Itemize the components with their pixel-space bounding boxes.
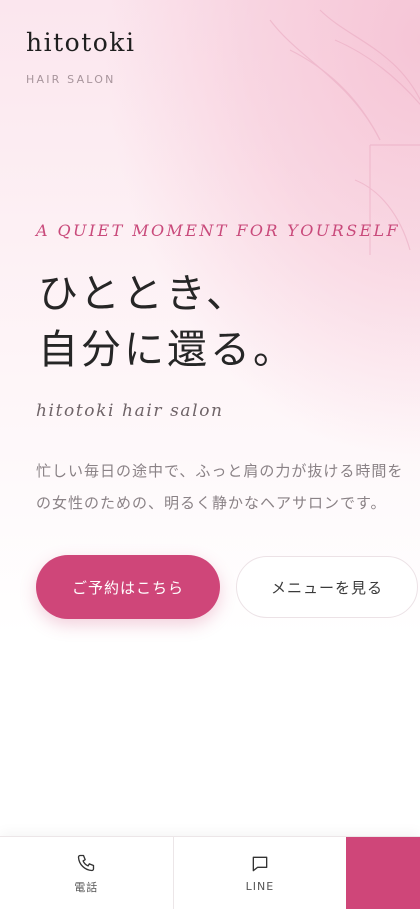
bottom-bar-phone-label: 電話 (74, 880, 99, 894)
bottom-bar-line-label: LINE (245, 880, 275, 893)
page: hitotoki HAIR SALON A QUIET MOMENT FOR Y… (0, 0, 420, 909)
logo-subtitle: HAIR SALON (26, 73, 116, 86)
reserve-button[interactable]: ご予約はこちら (36, 555, 220, 619)
hero-description: 忙しい毎日の途中で、ふっと肩の力が抜ける時間を の女性のための、明るく静かなヘア… (36, 455, 420, 519)
hero-description-line1: 忙しい毎日の途中で、ふっと肩の力が抜ける時間を (36, 462, 404, 480)
bottom-bar-accent-button[interactable] (346, 837, 420, 909)
bottom-bar-line[interactable]: LINE (172, 837, 347, 909)
hero-description-line2: の女性のための、明るく静かなヘアサロンです。 (36, 494, 387, 512)
hero-english-subtitle: hitotoki hair salon (36, 401, 224, 421)
bottom-bar-phone[interactable]: 電話 (0, 837, 173, 909)
hero-headline-line1: ひととき、 (38, 271, 249, 317)
chat-icon (252, 856, 268, 872)
hero-headline-line2: 自分に還る。 (38, 327, 296, 373)
logo[interactable]: hitotoki (26, 28, 135, 57)
bottom-action-bar: 電話 LINE (0, 836, 420, 909)
menu-button[interactable]: メニューを見る (236, 556, 418, 618)
hero-headline: ひととき、 自分に還る。 (38, 266, 296, 378)
phone-icon (78, 854, 95, 871)
hero-eyebrow: A QUIET MOMENT FOR YOURSELF (36, 221, 401, 240)
